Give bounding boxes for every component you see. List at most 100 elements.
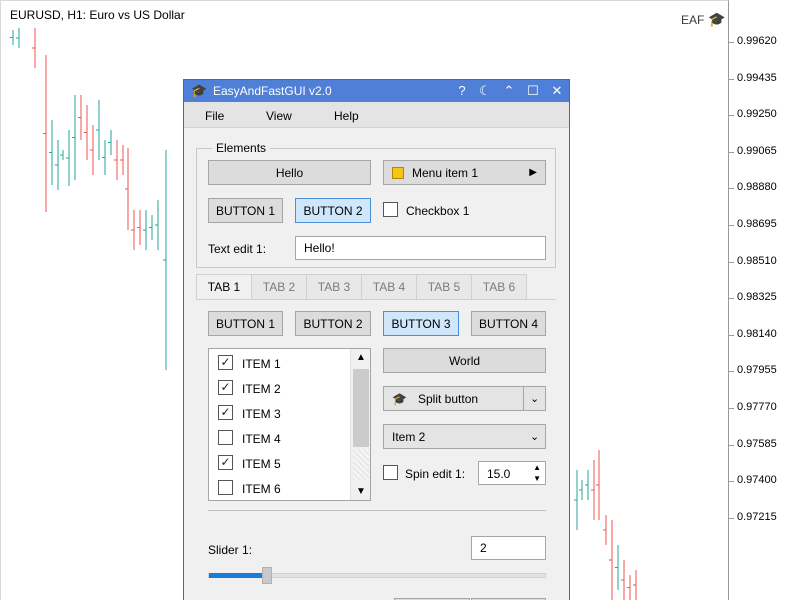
- split-button[interactable]: 🎓 Split button ⌄: [383, 386, 546, 411]
- triangle-right-icon: ▶: [529, 167, 537, 178]
- list-item[interactable]: ITEM 4: [218, 428, 348, 448]
- price-label: 0.97215: [737, 510, 777, 523]
- combo-box[interactable]: Item 2 ⌄: [383, 424, 546, 449]
- checkbox-checked[interactable]: ✓: [218, 380, 233, 395]
- chevron-down-icon[interactable]: ⌄: [530, 430, 539, 443]
- tab-6[interactable]: TAB 6: [471, 274, 527, 300]
- price-tick: [729, 225, 734, 226]
- price-tick: [729, 78, 734, 80]
- checkbox-checked[interactable]: ✓: [218, 455, 233, 470]
- tab-3[interactable]: TAB 3: [306, 274, 362, 300]
- tab-4[interactable]: TAB 4: [361, 274, 417, 300]
- tab-button-3[interactable]: BUTTON 3: [383, 311, 459, 336]
- list-scrollbar[interactable]: ▲ ▼: [350, 349, 370, 500]
- price-label: 0.99435: [737, 71, 777, 84]
- spin-edit-label: Spin edit 1:: [405, 467, 466, 481]
- world-button[interactable]: World: [383, 348, 546, 373]
- tab-panel-divider: [196, 299, 556, 300]
- graduation-cap-icon: 🎓: [708, 11, 726, 27]
- checkbox-checked[interactable]: ✓: [218, 355, 233, 370]
- separator: [208, 510, 546, 511]
- checkbox-1[interactable]: [383, 202, 398, 217]
- slider-value-input[interactable]: 2: [471, 536, 546, 560]
- spin-edit-checkbox[interactable]: [383, 465, 398, 480]
- price-label: 0.98510: [737, 254, 777, 267]
- spin-down-icon[interactable]: ▼: [533, 474, 541, 483]
- slider-label: Slider 1:: [208, 543, 253, 557]
- list-item[interactable]: ✓ ITEM 5: [218, 453, 348, 473]
- list-item[interactable]: ITEM 6: [218, 478, 348, 498]
- eaf-label: EAF: [681, 12, 705, 27]
- checkbox-checked[interactable]: ✓: [218, 405, 233, 420]
- note-icon: [392, 166, 404, 179]
- menu-file[interactable]: File: [205, 109, 224, 123]
- list-item[interactable]: ✓ ITEM 3: [218, 403, 348, 423]
- button-2[interactable]: BUTTON 2: [295, 198, 371, 223]
- price-tick: [729, 298, 734, 300]
- tab-button-4[interactable]: BUTTON 4: [471, 311, 546, 336]
- help-button[interactable]: ?: [454, 83, 470, 99]
- list-item[interactable]: ✓ ITEM 1: [218, 353, 348, 373]
- price-tick: [729, 261, 734, 263]
- tab-5[interactable]: TAB 5: [416, 274, 472, 300]
- price-label: 0.97400: [737, 474, 777, 487]
- list-item-label: ITEM 4: [242, 432, 281, 446]
- price-tick: [729, 42, 734, 43]
- button-1[interactable]: BUTTON 1: [208, 198, 283, 223]
- spin-up-icon[interactable]: ▲: [533, 463, 541, 472]
- hello-button[interactable]: Hello: [208, 160, 371, 185]
- price-label: 0.98140: [737, 327, 777, 340]
- menu-item-button[interactable]: Menu item 1 ▶: [383, 160, 546, 185]
- list-item-label: ITEM 5: [242, 457, 281, 471]
- list-item[interactable]: ✓ ITEM 2: [218, 378, 348, 398]
- gui-window: 🎓 EasyAndFastGUI v2.0 ? ☾ ⌃ ☐ ✕ File Vie…: [183, 79, 570, 600]
- scroll-thumb[interactable]: [353, 369, 369, 447]
- eaf-badge: EAF 🎓: [681, 11, 726, 28]
- menu-help[interactable]: Help: [334, 109, 359, 123]
- tab-button-1[interactable]: BUTTON 1: [208, 311, 283, 336]
- price-label: 0.97955: [737, 364, 777, 377]
- close-button[interactable]: ✕: [549, 83, 565, 99]
- combo-value: Item 2: [392, 430, 426, 444]
- list-item-label: ITEM 6: [242, 482, 281, 496]
- tab-1[interactable]: TAB 1: [196, 274, 252, 300]
- scroll-up-icon[interactable]: ▲: [351, 352, 371, 363]
- spin-edit[interactable]: 15.0 ▲ ▼: [478, 461, 546, 485]
- spin-edit-value: 15.0: [487, 467, 511, 481]
- price-tick: [729, 115, 734, 117]
- collapse-button[interactable]: ⌃: [501, 83, 517, 99]
- list-item-label: ITEM 2: [242, 382, 281, 396]
- slider-track[interactable]: [208, 573, 546, 578]
- price-tick: [729, 371, 734, 373]
- checkbox-unchecked[interactable]: [218, 430, 233, 445]
- price-tick: [729, 151, 734, 153]
- split-divider: [523, 387, 524, 410]
- tab-2[interactable]: TAB 2: [251, 274, 307, 300]
- slider-thumb[interactable]: [262, 567, 272, 584]
- price-label: 0.97585: [737, 437, 777, 450]
- checkbox-list[interactable]: ✓ ITEM 1 ✓ ITEM 2 ✓ ITEM 3 ITEM 4 ✓ ITEM 5 ITEM 6…: [208, 348, 371, 501]
- menu-item-label: Menu item 1: [412, 165, 479, 180]
- price-tick: [729, 444, 734, 446]
- chart-title: EURUSD, H1: Euro vs US Dollar: [10, 8, 185, 22]
- price-label: 0.98880: [737, 181, 777, 194]
- maximize-button[interactable]: ☐: [525, 83, 541, 99]
- text-edit-input[interactable]: Hello!: [295, 236, 546, 260]
- list-item-label: ITEM 3: [242, 407, 281, 421]
- elements-group-label: Elements: [212, 141, 271, 155]
- price-label: 0.98325: [737, 291, 777, 304]
- tab-button-2[interactable]: BUTTON 2: [295, 311, 371, 336]
- scroll-track: [353, 449, 369, 480]
- chevron-down-icon[interactable]: ⌄: [530, 392, 539, 405]
- split-button-label: Split button: [418, 392, 479, 406]
- price-label: 0.99620: [737, 35, 777, 47]
- checkbox-unchecked[interactable]: [218, 480, 233, 495]
- moon-icon[interactable]: ☾: [477, 83, 493, 99]
- menu-view[interactable]: View: [266, 109, 292, 123]
- window-titlebar[interactable]: 🎓 EasyAndFastGUI v2.0 ? ☾ ⌃ ☐ ✕: [184, 80, 569, 102]
- slider-fill: [209, 573, 265, 578]
- price-tick: [729, 188, 734, 190]
- price-label: 0.97770: [737, 401, 777, 413]
- graduation-cap-icon: 🎓: [392, 392, 407, 406]
- scroll-down-icon[interactable]: ▼: [351, 486, 371, 497]
